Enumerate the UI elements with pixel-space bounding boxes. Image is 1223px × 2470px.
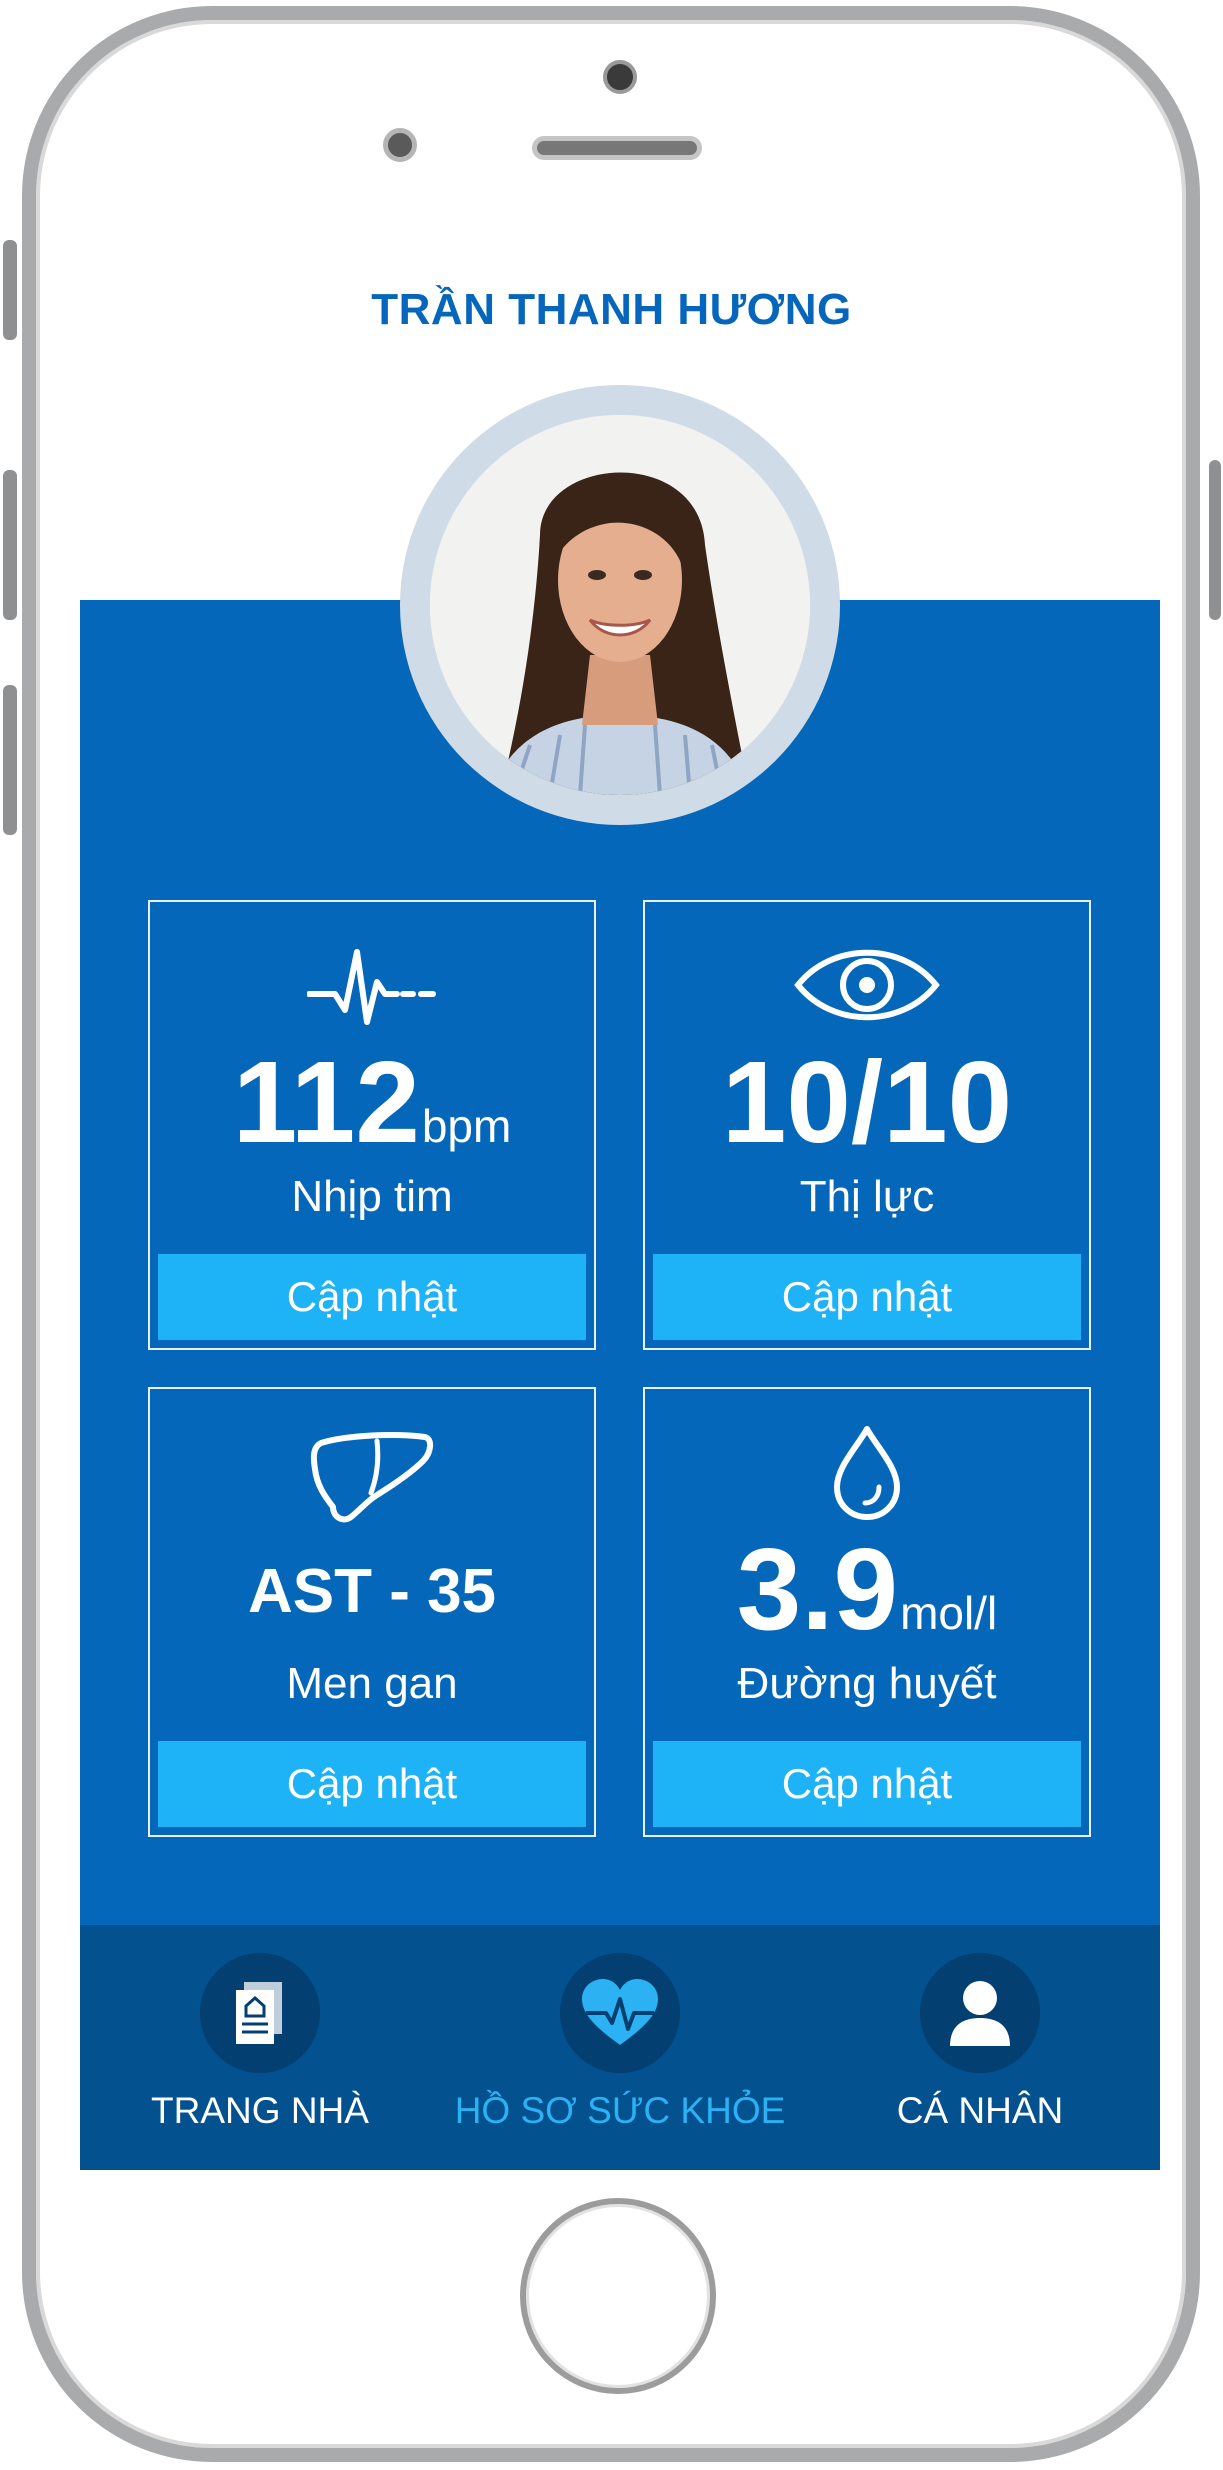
nav-item-health-record[interactable]: HỒ SƠ SỨC KHỎE [440,1925,800,2170]
avatar-ring [400,385,840,825]
update-liver-enzyme-button[interactable]: Cập nhật [158,1741,586,1827]
blood-sugar-value: 3.9mol/l [645,1529,1089,1673]
update-vision-button[interactable]: Cập nhật [653,1254,1081,1340]
blood-sugar-label: Đường huyết [737,1659,997,1708]
nav-label-personal: CÁ NHÂN [896,2090,1064,2131]
heart-rate-card: 112bpm Nhịp tim Cập nhật [148,900,596,1350]
home-document-icon [200,1953,320,2073]
blood-sugar-card: 3.9mol/l Đường huyết Cập nhật [643,1387,1091,1837]
liver-enzyme-label: Men gan [286,1659,458,1708]
earpiece-speaker [532,136,702,160]
user-icon [920,1953,1040,2073]
eye-icon [645,940,1089,1030]
blood-sugar-unit: mol/l [900,1587,998,1639]
vision-number: 10/10 [721,1037,1013,1167]
update-blood-sugar-button[interactable]: Cập nhật [653,1741,1081,1827]
vision-value: 10/10 [645,1042,1089,1162]
blood-sugar-number: 3.9 [736,1524,899,1654]
nav-label-health-record: HỒ SƠ SỨC KHỎE [454,2090,786,2131]
avatar[interactable] [430,415,810,795]
vision-label: Thị lực [799,1172,935,1221]
front-camera [603,60,637,94]
nav-item-personal[interactable]: CÁ NHÂN [800,1925,1160,2170]
heartbeat-icon [150,942,594,1032]
power-button [1209,460,1221,620]
mute-switch [3,240,17,340]
bottom-navigation: TRANG NHÀ HỒ SƠ SỨC KHỎE CÁ NHÂN [80,1925,1160,2170]
heart-rate-value: 112bpm [150,1042,594,1186]
heart-pulse-icon [560,1953,680,2073]
vision-card: 10/10 Thị lực Cập nhật [643,900,1091,1350]
liver-icon [150,1429,594,1529]
volume-up-button [3,470,17,620]
update-heart-rate-button[interactable]: Cập nhật [158,1254,586,1340]
heart-rate-unit: bpm [421,1100,512,1152]
home-button[interactable] [520,2198,716,2394]
nav-item-home[interactable]: TRANG NHÀ [80,1925,440,2170]
volume-down-button [3,685,17,835]
heart-rate-label: Nhịp tim [291,1172,453,1221]
blood-drop-icon [645,1423,1089,1523]
user-name: TRẦN THANH HƯƠNG [371,285,852,334]
liver-enzyme-value: AST - 35 [247,1557,497,1626]
heart-rate-number: 112 [232,1037,420,1167]
liver-enzyme-card: AST - 35 Men gan Cập nhật [148,1387,596,1837]
nav-label-home: TRANG NHÀ [151,2090,369,2131]
proximity-sensor [383,128,417,162]
